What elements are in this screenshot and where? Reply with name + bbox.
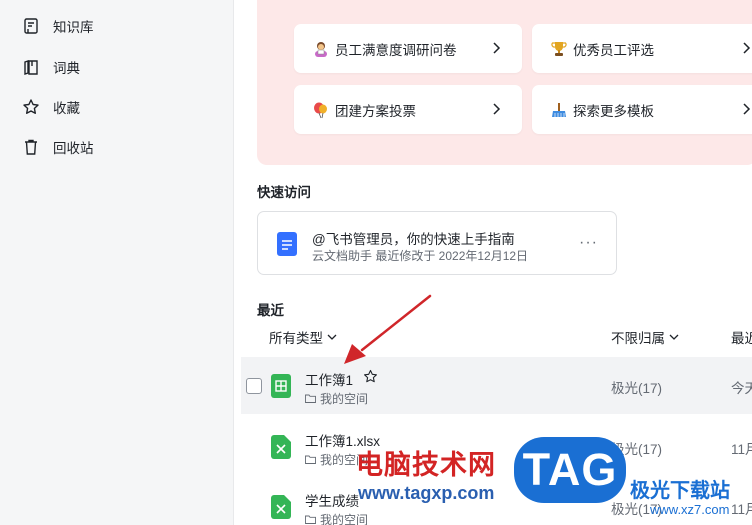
chevron-down-icon	[669, 334, 679, 340]
file-owner: 极光(17)	[611, 381, 663, 396]
type-filter-label: 所有类型	[269, 331, 323, 346]
template-card-explore-more[interactable]: 探索更多模板	[532, 85, 752, 134]
template-label: 员工满意度调研问卷	[335, 42, 457, 58]
broom-emoji	[549, 100, 569, 120]
chevron-right-icon	[493, 42, 501, 54]
sidebar-item-knowledge-base[interactable]: 知识库	[22, 13, 94, 39]
template-label: 探索更多模板	[573, 103, 654, 119]
chevron-right-icon	[743, 103, 751, 115]
quick-access-title: 快速访问	[257, 185, 311, 200]
sidebar: 知识库 词典 收藏 回收站	[0, 0, 234, 525]
file-name[interactable]: 工作簿1	[305, 369, 353, 389]
sidebar-item-label: 收藏	[53, 101, 80, 116]
file-name[interactable]: 学生成绩	[305, 490, 359, 510]
file-time: 11月	[731, 442, 752, 457]
file-time: 今天	[731, 381, 752, 396]
chevron-right-icon	[493, 103, 501, 115]
star-icon	[23, 99, 39, 114]
folder-icon	[305, 394, 316, 403]
folder-icon	[305, 515, 316, 524]
file-owner: 极光(17)	[611, 502, 663, 517]
chevron-down-icon	[327, 334, 337, 340]
trophy-emoji	[549, 39, 569, 59]
sidebar-item-label: 知识库	[53, 20, 94, 35]
knowledge-base-icon	[24, 18, 38, 34]
row-checkbox[interactable]	[246, 378, 262, 394]
folder-icon	[305, 455, 316, 464]
balloon-emoji	[311, 100, 331, 120]
star-icon[interactable]	[363, 369, 378, 384]
dictionary-icon	[24, 60, 38, 75]
sheet-icon	[271, 374, 291, 398]
time-sort-label: 最近	[731, 331, 752, 346]
table-row[interactable]: 工作簿1 我的空间 极光(17) 今天	[241, 357, 752, 414]
sidebar-item-trash[interactable]: 回收站	[22, 134, 94, 160]
file-name[interactable]: 工作簿1.xlsx	[305, 430, 380, 450]
file-location: 我的空间	[305, 390, 368, 407]
quick-access-card[interactable]: @飞书管理员，你的快速上手指南 云文档助手 最近修改于 2022年12月12日 …	[257, 211, 617, 275]
table-row[interactable]: 学生成绩 我的空间 极光(17) 11月	[241, 478, 752, 525]
sidebar-item-favorites[interactable]: 收藏	[22, 94, 80, 120]
template-label: 优秀员工评选	[573, 42, 654, 58]
sidebar-item-label: 回收站	[53, 141, 94, 156]
file-location: 我的空间	[305, 511, 368, 525]
excel-icon	[271, 495, 291, 519]
more-options-icon[interactable]: ···	[579, 234, 598, 252]
owner-filter-label: 不限归属	[611, 331, 665, 346]
file-location-label: 我的空间	[320, 392, 369, 406]
table-row[interactable]: 工作簿1.xlsx 我的空间 极光(17) 11月	[241, 418, 752, 475]
sidebar-item-label: 词典	[53, 61, 80, 76]
file-location-label: 我的空间	[320, 453, 369, 467]
recent-title: 最近	[257, 303, 284, 318]
quick-access-card-subtitle: 云文档助手 最近修改于 2022年12月12日	[312, 249, 529, 263]
template-card-team-building[interactable]: 团建方案投票	[294, 85, 522, 134]
file-owner: 极光(17)	[611, 442, 663, 457]
file-location-label: 我的空间	[320, 513, 369, 525]
file-location: 我的空间	[305, 451, 368, 468]
template-panel: 员工满意度调研问卷 优秀员工评选 团建方案投票 探索更多模板	[257, 0, 752, 165]
main-content: 员工满意度调研问卷 优秀员工评选 团建方案投票 探索更多模板 快速访问 @飞书管…	[234, 0, 752, 525]
survey-person-emoji	[311, 39, 331, 59]
file-time: 11月	[731, 502, 752, 517]
owner-filter-dropdown[interactable]: 不限归属	[611, 327, 679, 347]
trash-icon	[25, 139, 37, 155]
sidebar-item-dictionary[interactable]: 词典	[22, 54, 80, 80]
template-label: 团建方案投票	[335, 103, 416, 119]
doc-icon	[277, 232, 297, 256]
template-card-survey[interactable]: 员工满意度调研问卷	[294, 24, 522, 73]
time-sort-header[interactable]: 最近	[731, 327, 752, 347]
type-filter-dropdown[interactable]: 所有类型	[269, 327, 337, 347]
excel-icon	[271, 435, 291, 459]
template-card-employee-award[interactable]: 优秀员工评选	[532, 24, 752, 73]
quick-access-card-title: @飞书管理员，你的快速上手指南	[312, 232, 515, 247]
chevron-right-icon	[743, 42, 751, 54]
